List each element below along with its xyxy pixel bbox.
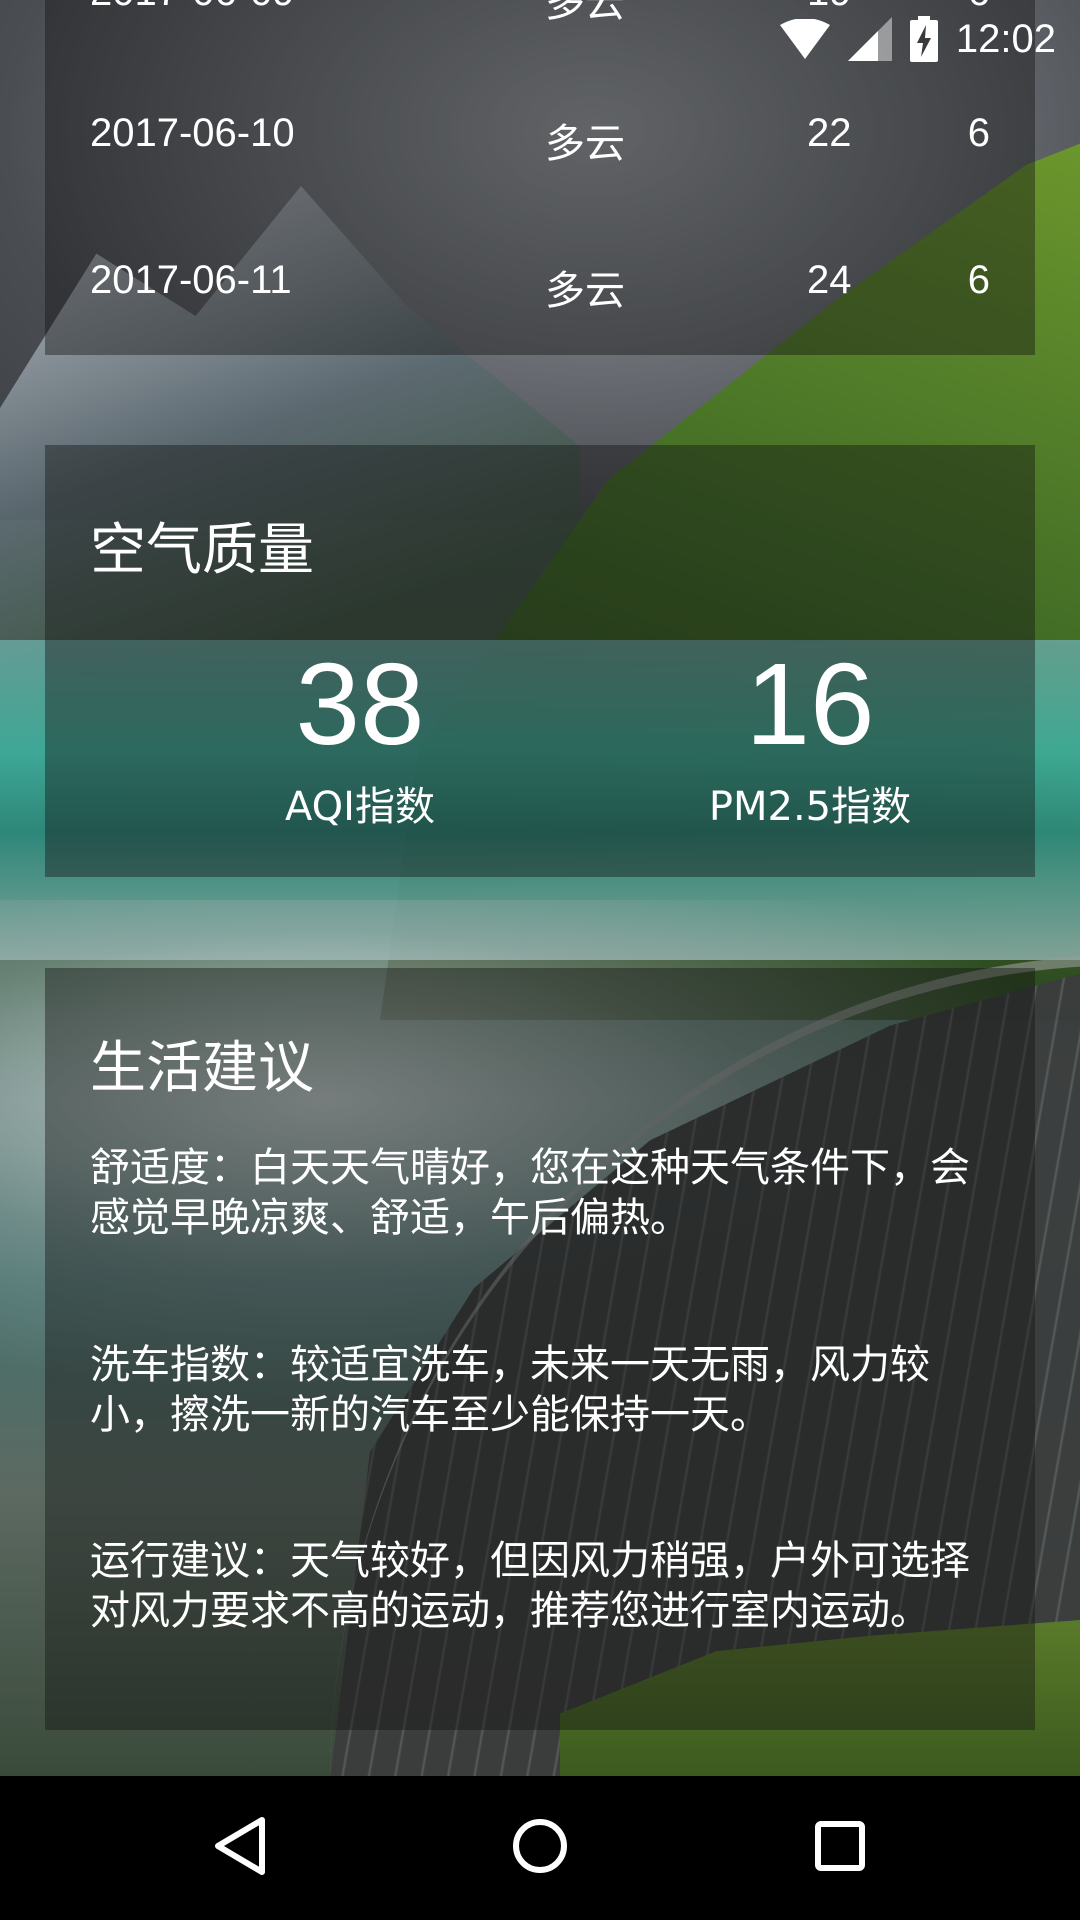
- forecast-low-temp: 6: [967, 111, 990, 155]
- car-wash-suggestion: 洗车指数：较适宜洗车，未来一天无雨，风力较小，擦洗一新的汽车至少能保持一天。: [90, 1342, 930, 1438]
- home-button[interactable]: [440, 1776, 640, 1920]
- aqi-metric: 38 AQI指数: [140, 640, 580, 832]
- forecast-row: 2017-06-10 多云 22 6: [90, 111, 1035, 171]
- suggestions-card: 生活建议 舒适度：白天天气晴好，您在这种天气条件下，会感觉早晚凉爽、舒适，午后偏…: [45, 968, 1035, 1730]
- forecast-date: 2017-06-11: [90, 258, 292, 302]
- cellular-signal-icon: [847, 17, 892, 61]
- pm25-value: 16: [745, 639, 875, 769]
- forecast-high-temp: 22: [807, 111, 852, 155]
- forecast-high-temp: 24: [807, 258, 852, 302]
- home-icon: [512, 1818, 568, 1878]
- air-quality-card: 空气质量 38 AQI指数 16 PM2.5指数: [45, 445, 1035, 877]
- air-quality-title: 空气质量: [90, 518, 314, 583]
- pm25-label: PM2.5指数: [708, 784, 912, 830]
- forecast-condition: 多云: [545, 269, 625, 313]
- battery-charging-icon: [909, 16, 938, 62]
- forecast-low-temp: 6: [967, 258, 990, 302]
- wifi-icon: [779, 19, 830, 59]
- back-button[interactable]: [140, 1776, 340, 1920]
- status-time: 12:02: [955, 16, 1056, 61]
- forecast-date: 2017-06-09: [90, 0, 295, 15]
- suggestions-title: 生活建议: [90, 1036, 314, 1101]
- recents-button[interactable]: [740, 1776, 940, 1920]
- aqi-label: AQI指数: [285, 784, 435, 830]
- forecast-row: 2017-06-11 多云 24 6: [90, 258, 1035, 318]
- back-icon: [212, 1816, 268, 1880]
- aqi-value: 38: [295, 639, 425, 769]
- forecast-date: 2017-06-10: [90, 111, 295, 155]
- status-bar: 12:02: [779, 12, 1056, 66]
- navigation-bar: [0, 1776, 1080, 1920]
- recents-icon: [814, 1820, 866, 1876]
- pm25-metric: 16 PM2.5指数: [590, 640, 1030, 832]
- forecast-condition: 多云: [545, 122, 625, 166]
- forecast-condition: 多云: [545, 0, 625, 25]
- comfort-suggestion: 舒适度：白天天气晴好，您在这种天气条件下，会感觉早晚凉爽、舒适，午后偏热。: [90, 1145, 970, 1241]
- sport-suggestion: 运行建议：天气较好，但因风力稍强，户外可选择对风力要求不高的运动，推荐您进行室内…: [90, 1538, 970, 1634]
